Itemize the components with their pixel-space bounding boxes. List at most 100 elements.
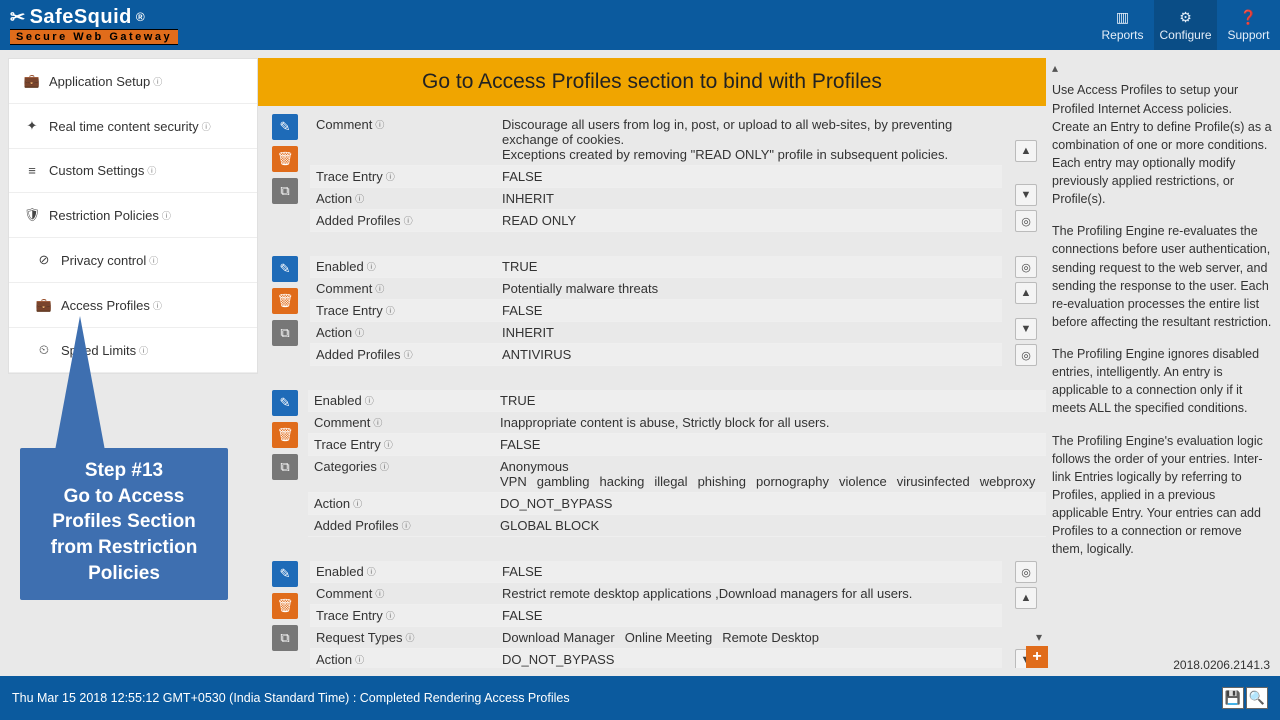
brand-tagline: Secure Web Gateway [10, 29, 178, 45]
delete-button[interactable]: 🗑 [272, 146, 298, 172]
sidebar-item-speed-limits[interactable]: ⏲ Speed Limits ⓘ [9, 328, 257, 373]
policy-entry: ✎ 🗑 ⧉ EnabledⓘTRUE CommentⓘPotentially m… [272, 256, 1040, 366]
clone-button[interactable]: ⧉ [272, 454, 298, 480]
field-label-action: Action [314, 496, 350, 511]
info-icon: ⓘ [367, 565, 376, 578]
save-icon: 💾 [1225, 690, 1241, 706]
top-bar: ✂ SafeSquid ® Secure Web Gateway ▥ Repor… [0, 0, 1280, 50]
target-button[interactable]: ◎ [1015, 210, 1037, 232]
bar-chart-icon: ▥ [1116, 9, 1129, 26]
field-label-added: Added Profiles [316, 213, 401, 228]
info-icon: ⓘ [367, 260, 376, 273]
delete-button[interactable]: 🗑 [272, 288, 298, 314]
clone-button[interactable]: ⧉ [272, 178, 298, 204]
clone-button[interactable]: ⧉ [272, 320, 298, 346]
move-down-button[interactable]: ▼ [1015, 318, 1037, 340]
field-label-enabled: Enabled [316, 564, 364, 579]
info-icon: ⓘ [162, 209, 171, 222]
info-icon: ⓘ [375, 118, 384, 131]
field-value-action: INHERIT [496, 188, 1002, 209]
gears-icon: ⚙ [1179, 9, 1192, 26]
instruction-banner: Go to Access Profiles section to bind wi… [258, 58, 1046, 106]
move-up-button[interactable]: ▲ [1015, 587, 1037, 609]
move-up-button[interactable]: ▲ [1015, 282, 1037, 304]
gauge-icon: ⏲ [35, 342, 53, 358]
field-label-added: Added Profiles [314, 518, 399, 533]
move-up-button[interactable]: ▲ [1015, 140, 1037, 162]
info-icon: ⓘ [153, 75, 162, 88]
info-icon: ⓘ [355, 653, 364, 666]
top-nav: ▥ Reports ⚙ Configure ❓ Support [1091, 0, 1280, 50]
field-value-enabled: TRUE [496, 256, 1002, 277]
policy-entry: ✎ 🗑 ⧉ EnabledⓘFALSE CommentⓘDiscourage a… [272, 114, 1040, 232]
delete-button[interactable]: 🗑 [272, 593, 298, 619]
target-button[interactable]: ◎ [1015, 561, 1037, 583]
info-icon: ⓘ [375, 587, 384, 600]
field-value-trace: FALSE [496, 605, 1002, 626]
info-icon: ⓘ [373, 416, 382, 429]
target-button[interactable]: ◎ [1015, 256, 1037, 278]
wand-icon: ✦ [23, 118, 41, 134]
info-icon: ⓘ [202, 120, 211, 133]
policies-list: ✎ 🗑 ⧉ EnabledⓘFALSE CommentⓘDiscourage a… [258, 106, 1046, 668]
target-button[interactable]: ◎ [1015, 344, 1037, 366]
field-label-action: Action [316, 325, 352, 340]
field-label-trace: Trace Entry [314, 437, 381, 452]
sidebar-item-privacy-control[interactable]: ⊘ Privacy control ⓘ [9, 238, 257, 283]
category-tag: hacking [600, 474, 645, 489]
sidebar-item-application-setup[interactable]: 💼 Application Setup ⓘ [9, 59, 257, 104]
add-entry-button[interactable]: + [1026, 646, 1048, 668]
sidebar-item-label: Real time content security [49, 119, 199, 134]
nav-reports-label: Reports [1101, 28, 1143, 42]
collapse-help-icon[interactable]: ▴ [1052, 60, 1058, 77]
sidebar-item-label: Speed Limits [61, 343, 136, 358]
policy-entry: ✎ 🗑 ⧉ EnabledⓘFALSE CommentⓘRestrict rem… [272, 561, 1040, 668]
edit-button[interactable]: ✎ [272, 390, 298, 416]
field-value-comment: Inappropriate content is abuse, Strictly… [494, 412, 1046, 433]
field-value-action: INHERIT [496, 322, 1002, 343]
info-icon: ⓘ [386, 609, 395, 622]
clone-button[interactable]: ⧉ [272, 625, 298, 651]
field-label-comment: Comment [316, 281, 372, 296]
field-label-action: Action [316, 652, 352, 667]
sidebar: 💼 Application Setup ⓘ ✦ Real time conten… [8, 58, 258, 668]
category-tag: illegal [654, 474, 687, 489]
search-button[interactable]: 🔍 [1246, 687, 1268, 709]
field-label-reqtypes: Request Types [316, 630, 402, 645]
brand-scissor-icon: ✂ [10, 7, 26, 28]
nav-reports[interactable]: ▥ Reports [1091, 0, 1154, 50]
move-down-button[interactable]: ▼ [1015, 184, 1037, 206]
delete-button[interactable]: 🗑 [272, 422, 298, 448]
nav-configure[interactable]: ⚙ Configure [1154, 0, 1217, 50]
help-paragraph: The Profiling Engine ignores disabled en… [1052, 345, 1272, 418]
category-tag: pornography [756, 474, 829, 489]
field-label-categories: Categories [314, 459, 377, 474]
field-value-action: DO_NOT_BYPASS [494, 493, 1046, 514]
info-icon: ⓘ [355, 326, 364, 339]
edit-button[interactable]: ✎ [272, 256, 298, 282]
field-value-added: READ ONLY [496, 210, 1002, 231]
nav-support[interactable]: ❓ Support [1217, 0, 1280, 50]
field-label-trace: Trace Entry [316, 608, 383, 623]
sidebar-item-restriction-policies[interactable]: 🛡 Restriction Policies ⓘ [9, 193, 257, 238]
briefcase-icon: 💼 [23, 73, 41, 89]
edit-button[interactable]: ✎ [272, 561, 298, 587]
category-tag: gambling [537, 474, 590, 489]
plus-icon: + [1032, 648, 1041, 666]
search-icon: 🔍 [1249, 690, 1265, 706]
scroll-down-indicator[interactable]: ▾ [1036, 630, 1042, 644]
info-icon: ⓘ [384, 438, 393, 451]
field-label-trace: Trace Entry [316, 303, 383, 318]
sidebar-item-custom-settings[interactable]: ≡ Custom Settings ⓘ [9, 149, 257, 193]
edit-button[interactable]: ✎ [272, 114, 298, 140]
question-icon: ❓ [1240, 9, 1257, 26]
info-icon: ⓘ [153, 299, 162, 312]
sidebar-item-access-profiles[interactable]: 💼 Access Profiles ⓘ [9, 283, 257, 328]
sidebar-item-realtime-content[interactable]: ✦ Real time content security ⓘ [9, 104, 257, 149]
brand-logo: ✂ SafeSquid ® Secure Web Gateway [10, 0, 178, 50]
info-icon: ⓘ [353, 497, 362, 510]
save-config-button[interactable]: 💾 [1222, 687, 1244, 709]
field-value-comment: Potentially malware threats [496, 278, 1002, 299]
help-paragraph: The Profiling Engine's evaluation logic … [1052, 432, 1272, 559]
nav-support-label: Support [1227, 28, 1269, 42]
